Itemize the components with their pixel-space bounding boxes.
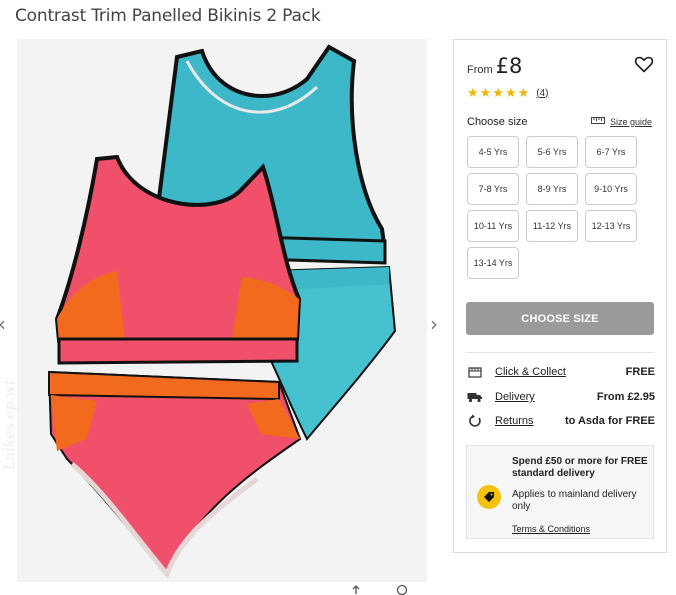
delivery-row: Delivery From £2.95 bbox=[467, 388, 655, 406]
delivery-link[interactable]: Delivery bbox=[495, 391, 535, 403]
size-option[interactable]: 10-11 Yrs bbox=[467, 210, 519, 242]
size-option[interactable]: 7-8 Yrs bbox=[467, 173, 519, 205]
divider bbox=[466, 352, 654, 353]
choose-size-button[interactable]: CHOOSE SIZE bbox=[466, 302, 654, 335]
returns-row: Returns to Asda for FREE bbox=[467, 412, 655, 430]
size-option[interactable]: 5-6 Yrs bbox=[526, 136, 578, 168]
delivery-promo-box: Spend £50 or more for FREE standard deli… bbox=[466, 445, 654, 539]
size-option[interactable]: 4-5 Yrs bbox=[467, 136, 519, 168]
size-option[interactable]: 13-14 Yrs bbox=[467, 247, 519, 279]
size-label: Choose size bbox=[467, 116, 528, 128]
returns-link[interactable]: Returns bbox=[495, 415, 534, 427]
click-collect-row: Click & Collect FREE bbox=[467, 363, 655, 381]
wishlist-heart-icon[interactable] bbox=[634, 54, 654, 74]
promo-headline: Spend £50 or more for FREE standard deli… bbox=[512, 456, 648, 479]
size-guide-label[interactable]: Size guide bbox=[610, 117, 652, 127]
bikini-photo bbox=[17, 39, 427, 582]
watermark: Luikes ep.wt bbox=[2, 379, 18, 470]
delivery-value: From £2.95 bbox=[596, 391, 655, 403]
rating-count[interactable]: (4) bbox=[536, 88, 548, 99]
promo-body: Applies to mainland delivery only bbox=[512, 489, 637, 512]
return-icon bbox=[467, 413, 483, 429]
click-collect-link[interactable]: Click & Collect bbox=[495, 366, 566, 378]
size-option[interactable]: 9-10 Yrs bbox=[585, 173, 637, 205]
size-guide-link[interactable]: Size guide bbox=[591, 116, 652, 127]
store-icon bbox=[467, 364, 483, 380]
gallery-prev-arrow[interactable]: ‹ bbox=[0, 312, 6, 336]
price-tag-icon bbox=[477, 485, 501, 509]
terms-link[interactable]: Terms & Conditions bbox=[512, 523, 590, 535]
rating-stars-icon: ★★★★★ bbox=[467, 85, 531, 100]
price-row: From £8 bbox=[467, 54, 522, 78]
product-image[interactable] bbox=[17, 39, 427, 582]
returns-value: to Asda for FREE bbox=[564, 415, 655, 427]
size-grid: 4-5 Yrs 5-6 Yrs 6-7 Yrs 7-8 Yrs 8-9 Yrs … bbox=[467, 136, 637, 279]
ruler-icon bbox=[591, 116, 605, 127]
price-value: £8 bbox=[495, 54, 523, 78]
size-option[interactable]: 8-9 Yrs bbox=[526, 173, 578, 205]
purchase-panel: From £8 ★★★★★ (4) Choose size Size guide… bbox=[453, 39, 667, 553]
truck-icon bbox=[467, 389, 483, 405]
gallery-next-arrow[interactable]: › bbox=[430, 312, 438, 336]
rating[interactable]: ★★★★★ (4) bbox=[467, 85, 549, 101]
price-from-label: From bbox=[467, 64, 493, 76]
size-option[interactable]: 6-7 Yrs bbox=[585, 136, 637, 168]
image-toolbar-icons[interactable] bbox=[350, 584, 410, 595]
click-collect-value: FREE bbox=[625, 366, 655, 378]
product-title: Contrast Trim Panelled Bikinis 2 Pack bbox=[15, 6, 321, 26]
size-option[interactable]: 11-12 Yrs bbox=[526, 210, 578, 242]
size-option[interactable]: 12-13 Yrs bbox=[585, 210, 637, 242]
